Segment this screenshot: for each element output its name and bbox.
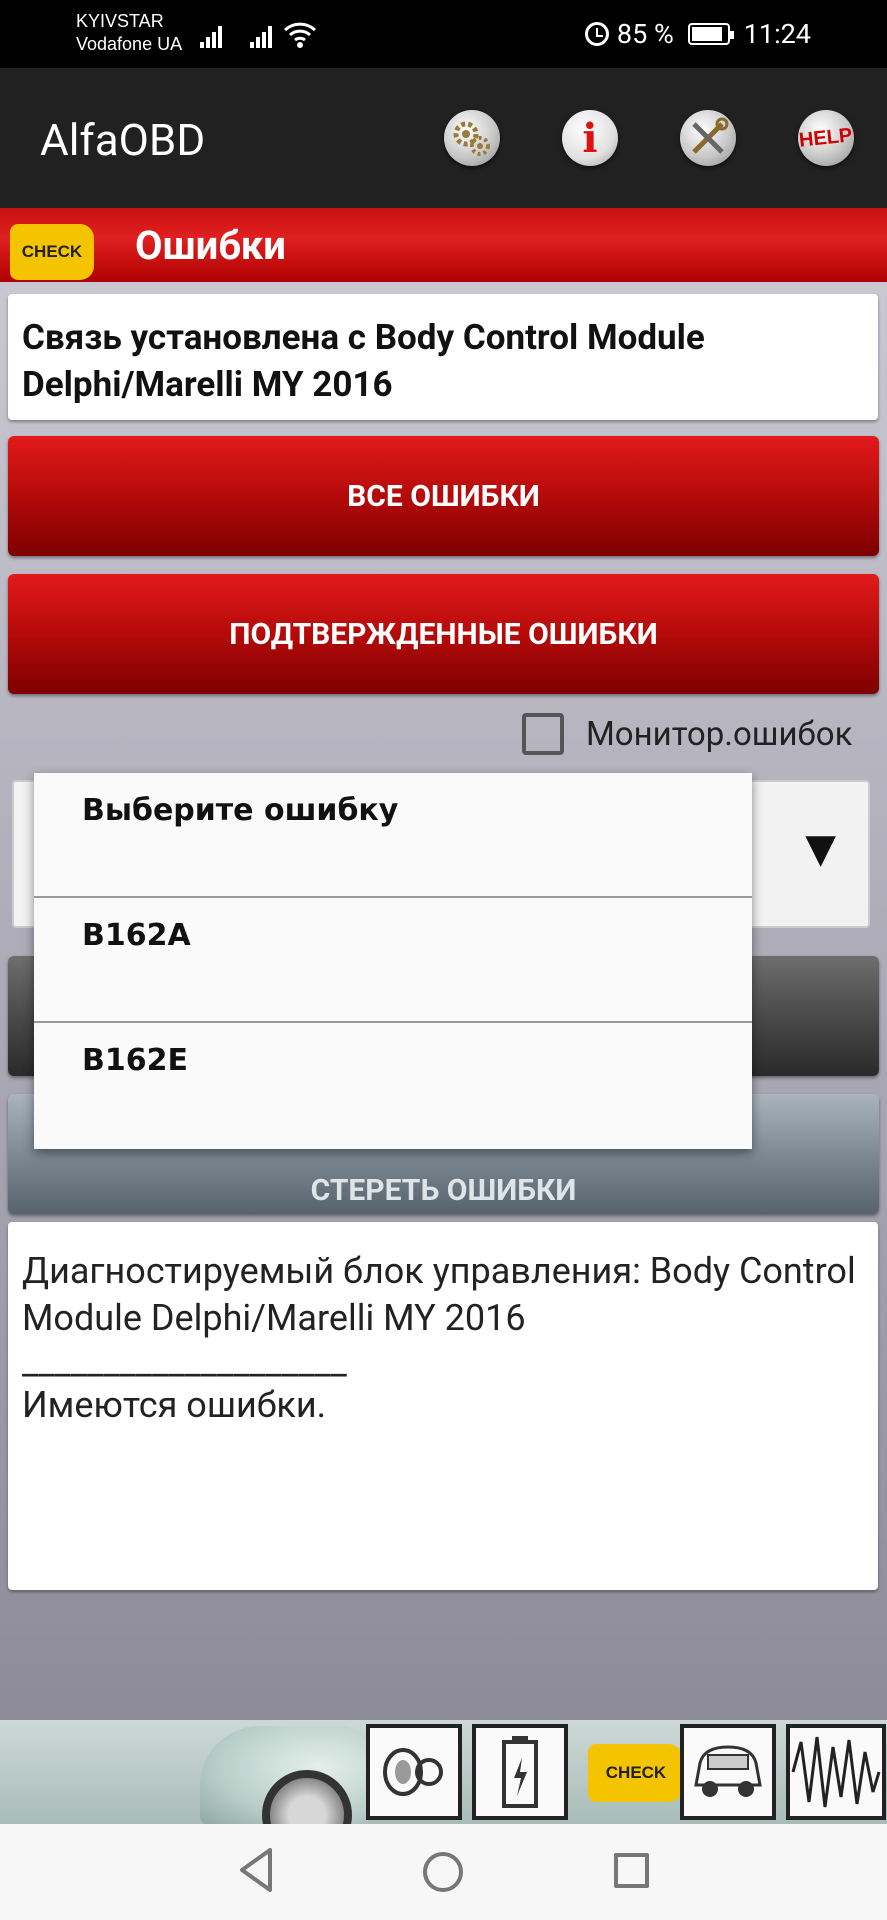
- check-engine-button[interactable]: CHECK: [588, 1744, 684, 1802]
- tools-button[interactable]: [680, 110, 736, 166]
- log-separator: ____________________: [22, 1341, 347, 1383]
- dropdown-option[interactable]: B162E: [34, 1023, 752, 1147]
- alarm-icon: [584, 22, 609, 46]
- tools-icon: [692, 117, 729, 154]
- section-title: Ошибки: [135, 222, 286, 269]
- dropdown-arrow-icon: ▼: [805, 826, 836, 872]
- ignition-key-button[interactable]: [366, 1724, 462, 1820]
- error-monitor-label: Монитор.ошибок: [586, 714, 853, 754]
- waveform-icon: [791, 1736, 881, 1808]
- carrier-names: KYIVSTAR Vodafone UA: [76, 10, 182, 56]
- check-engine-label: CHECK: [21, 242, 83, 261]
- back-icon[interactable]: [236, 1846, 276, 1894]
- ignition-key-icon: [383, 1748, 443, 1796]
- app-bar: AlfaOBD i HELP: [0, 68, 887, 208]
- clock: 11:24: [743, 18, 811, 50]
- check-engine-label: CHECK: [605, 1763, 667, 1782]
- confirmed-errors-button[interactable]: ПОДТВЕРЖДЕННЫЕ ОШИБКИ: [8, 574, 879, 694]
- battery-icon: [687, 23, 734, 45]
- battery-button[interactable]: [472, 1724, 568, 1820]
- status-bar: KYIVSTAR Vodafone UA 85 % 11:24: [0, 0, 887, 68]
- battery-percent: 85 %: [616, 18, 674, 50]
- connection-status: Связь установлена с Body Control Module …: [8, 294, 878, 420]
- log-line: Имеются ошибки.: [22, 1384, 327, 1426]
- home-icon[interactable]: [423, 1852, 463, 1892]
- diagnostic-log: Диагностируемый блок управления: Body Co…: [8, 1222, 878, 1590]
- wifi-icon: [283, 22, 317, 48]
- info-icon: i: [582, 114, 598, 162]
- dropdown-option[interactable]: B162A: [34, 898, 752, 1023]
- check-engine-icon: CHECK: [10, 224, 94, 280]
- carrier-2: Vodafone UA: [76, 34, 183, 54]
- recent-apps-icon[interactable]: [614, 1853, 649, 1888]
- bottom-toolbar: CHECK: [0, 1720, 887, 1824]
- error-monitor-toggle[interactable]: Монитор.ошибок: [522, 712, 852, 756]
- all-errors-button[interactable]: ВСЕ ОШИБКИ: [8, 436, 879, 556]
- signal-icon: [250, 22, 276, 48]
- app-title: AlfaOBD: [40, 114, 206, 166]
- error-monitor-checkbox[interactable]: [522, 713, 564, 755]
- oscilloscope-button[interactable]: [786, 1724, 886, 1820]
- error-dropdown-list: Выберите ошибку B162A B162E: [34, 773, 752, 1149]
- dropdown-option[interactable]: Выберите ошибку: [34, 773, 752, 898]
- car-body-button[interactable]: [680, 1724, 776, 1820]
- carrier-1: KYIVSTAR: [76, 11, 164, 31]
- car-icon: [694, 1745, 762, 1797]
- gears-icon: [453, 121, 490, 156]
- log-line: Диагностируемый блок управления: Body Co…: [22, 1250, 856, 1339]
- section-header: CHECK Ошибки: [0, 208, 887, 282]
- status-right: 85 % 11:24: [584, 16, 811, 52]
- clear-errors-label: СТЕРЕТЬ ОШИБКИ: [310, 1172, 577, 1208]
- settings-gears-button[interactable]: [444, 110, 500, 166]
- battery-icon: [502, 1736, 538, 1808]
- help-button[interactable]: HELP: [798, 110, 854, 166]
- signal-icon: [200, 22, 226, 48]
- info-button[interactable]: i: [562, 110, 618, 166]
- navigation-bar: [0, 1824, 887, 1920]
- help-label: HELP: [798, 123, 854, 152]
